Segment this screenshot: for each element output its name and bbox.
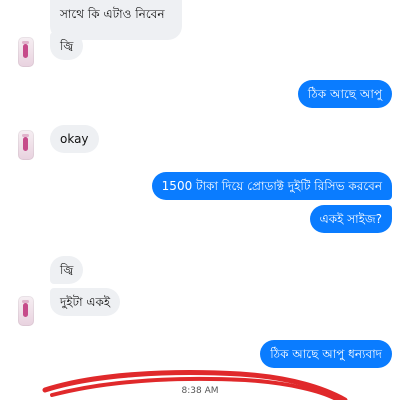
message-timestamp: 8:38 AM	[181, 386, 219, 396]
incoming-message[interactable]: okay	[50, 125, 99, 153]
outgoing-message[interactable]: ঠিক আছে আপু	[297, 80, 392, 108]
contact-avatar[interactable]	[18, 37, 34, 67]
contact-avatar[interactable]	[18, 296, 34, 326]
incoming-message[interactable]: জ্বি	[50, 32, 84, 60]
outgoing-message[interactable]: ঠিক আছে আপু ধন্যবাদ	[260, 340, 392, 368]
outgoing-message[interactable]: 1500 টাকা দিয়ে প্রোডাক্ট দুইটি রিসিভ কর…	[151, 172, 392, 200]
outgoing-message[interactable]: একই সাইজ?	[309, 205, 392, 233]
incoming-message[interactable]: জ্বি	[50, 256, 84, 284]
chat-thread: সাথে কি এটাও নিবেন জ্বি ঠিক আছে আপু okay…	[0, 0, 400, 400]
incoming-message[interactable]: দুইটা একই	[50, 288, 121, 316]
contact-avatar[interactable]	[18, 130, 34, 160]
